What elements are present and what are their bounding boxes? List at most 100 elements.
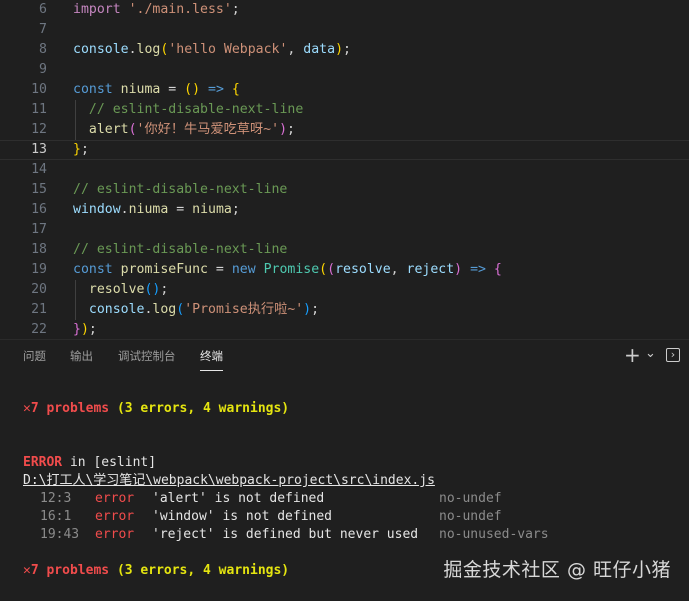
code-token: ) <box>303 302 312 317</box>
problems-summary: ✕7 problems (3 errors, 4 warnings) <box>23 401 290 416</box>
panel-tabs: 问题 输出 调试控制台 终端 + ⌄ › <box>0 340 689 374</box>
code-line[interactable]: 21 console.log('Promise执行啦~'); <box>0 300 689 320</box>
code-token: ) <box>454 262 463 277</box>
code-text: }; <box>73 140 89 160</box>
code-line[interactable]: 18 // eslint-disable-next-line <box>0 240 689 260</box>
terminal-icon[interactable]: › <box>666 348 680 362</box>
problem-position: 16:1 <box>40 509 72 524</box>
line-number: 15 <box>31 182 47 197</box>
code-token: . <box>120 202 129 217</box>
code-text: import './main.less'; <box>73 0 240 20</box>
line-number: 16 <box>31 202 47 217</box>
code-text: const promiseFunc = new Promise((resolve… <box>73 260 502 280</box>
code-token: resolve <box>335 262 391 277</box>
line-number: 7 <box>39 22 47 37</box>
code-token: ; <box>287 122 295 137</box>
code-token: } <box>73 322 81 337</box>
code-token: => <box>470 262 486 277</box>
line-number: 18 <box>31 242 47 257</box>
code-line[interactable]: 9 <box>0 60 689 80</box>
problem-level: error <box>95 509 135 524</box>
code-token: Promise <box>263 262 320 277</box>
watermark: 掘金技术社区 @ 旺仔小猪 <box>443 559 671 581</box>
code-line[interactable]: 6 import './main.less'; <box>0 0 689 20</box>
code-text: // eslint-disable-next-line <box>73 180 287 200</box>
code-token: // eslint-disable-next-line <box>88 102 304 117</box>
chevron-down-icon[interactable]: ⌄ <box>645 342 656 366</box>
code-token: , <box>287 42 304 57</box>
code-token: ) <box>335 42 344 57</box>
problem-message: 'alert' is not defined <box>152 491 325 506</box>
code-token: => <box>208 82 224 97</box>
code-token: // eslint-disable-next-line <box>73 242 288 257</box>
code-token: log <box>136 42 161 57</box>
code-token: promiseFunc <box>120 262 208 277</box>
code-line[interactable]: 11 // eslint-disable-next-line <box>0 100 689 120</box>
code-token: , <box>390 262 407 277</box>
code-token: const <box>73 82 121 97</box>
code-token: ; <box>231 202 240 217</box>
code-token: = <box>207 262 232 277</box>
problem-rule: no-undef <box>439 491 502 506</box>
line-number: 9 <box>39 62 47 77</box>
line-number: 19 <box>31 262 47 277</box>
code-token: alert <box>88 122 129 137</box>
code-token: ( <box>176 302 185 317</box>
problem-message: 'window' is not defined <box>152 509 333 524</box>
code-line[interactable]: 17 <box>0 220 689 240</box>
code-token: import <box>73 2 129 17</box>
code-token: ; <box>231 2 240 17</box>
code-token: reject <box>406 262 455 277</box>
error-file-path[interactable]: D:\打工人\学习笔记\webpack\webpack-project\src\… <box>23 472 435 490</box>
code-line[interactable]: 14 <box>0 160 689 180</box>
code-line[interactable]: 13}; <box>0 140 689 160</box>
problem-position: 19:43 <box>40 527 80 542</box>
code-token: log <box>152 302 177 317</box>
code-text: console.log('Promise执行啦~'); <box>73 300 319 320</box>
code-token: '你好！牛马爱吃草呀~' <box>136 122 280 137</box>
code-line[interactable]: 19 const promiseFunc = new Promise((resol… <box>0 260 689 280</box>
code-line[interactable]: 10 const niuma = () => { <box>0 80 689 100</box>
code-token: () <box>144 282 161 297</box>
tab-debug-console[interactable]: 调试控制台 <box>118 340 176 374</box>
add-terminal-icon[interactable]: + <box>624 341 641 369</box>
line-number: 12 <box>31 122 47 137</box>
code-line[interactable]: 16 window.niuma = niuma; <box>0 200 689 220</box>
code-line[interactable]: 7 <box>0 20 689 40</box>
code-token: () <box>184 82 201 97</box>
code-token: ( <box>128 122 137 137</box>
code-token: ( <box>319 262 328 277</box>
line-number: 20 <box>31 282 47 297</box>
code-token: console <box>88 302 145 317</box>
tab-output[interactable]: 输出 <box>70 340 93 374</box>
code-line[interactable]: 20 resolve(); <box>0 280 689 300</box>
code-token: // eslint-disable-next-line <box>73 182 288 197</box>
line-number: 13 <box>31 142 47 157</box>
line-number: 8 <box>39 42 47 57</box>
line-number: 14 <box>31 162 47 177</box>
code-line[interactable]: 12 alert('你好！牛马爱吃草呀~'); <box>0 120 689 140</box>
code-line[interactable]: 8 console.log('hello Webpack', data); <box>0 40 689 60</box>
code-token: resolve <box>88 282 145 297</box>
line-number: 6 <box>39 2 47 17</box>
code-token: niuma <box>120 82 161 97</box>
code-token: data <box>303 42 336 57</box>
code-line[interactable]: 15 // eslint-disable-next-line <box>0 180 689 200</box>
problem-level: error <box>95 491 135 506</box>
code-token: 'hello Webpack' <box>168 42 288 57</box>
tab-terminal[interactable]: 终端 <box>200 340 223 374</box>
tab-problems[interactable]: 问题 <box>23 340 46 374</box>
code-token: ) <box>279 122 288 137</box>
problem-rule: no-unused-vars <box>439 527 549 542</box>
code-editor[interactable]: 6 import './main.less'; 7 8 console.log('hel… <box>0 0 689 339</box>
code-text: // eslint-disable-next-line <box>73 100 303 120</box>
problem-message: 'reject' is defined but never used <box>152 527 419 542</box>
code-line[interactable]: 22}); <box>0 320 689 339</box>
